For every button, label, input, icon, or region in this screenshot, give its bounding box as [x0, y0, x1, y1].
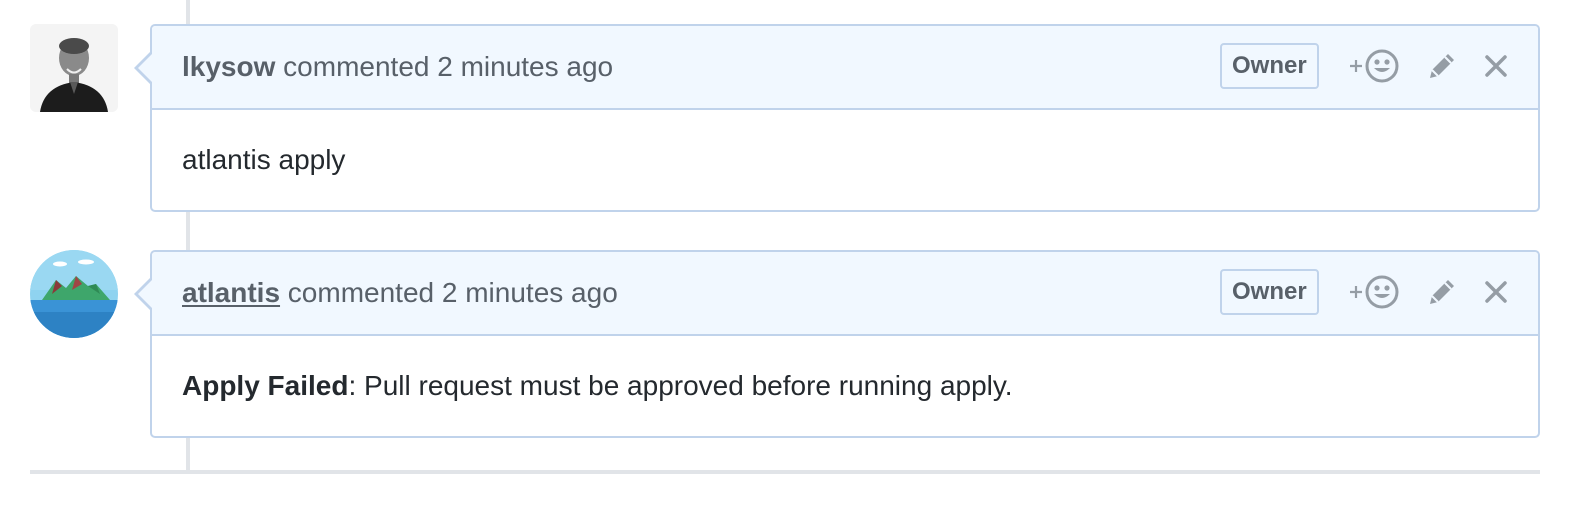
add-reaction-icon [1350, 49, 1399, 83]
comment-box: lkysow commented 2 minutes ago Owner atl… [134, 24, 1540, 212]
delete-button[interactable] [1480, 48, 1512, 84]
delete-button[interactable] [1480, 274, 1512, 310]
avatar[interactable] [30, 250, 118, 338]
comment-box: atlantis commented 2 minutes ago Owner A… [134, 250, 1540, 438]
island-avatar [30, 250, 118, 338]
add-reaction-button[interactable] [1346, 274, 1402, 310]
edit-button[interactable] [1424, 274, 1460, 310]
comment-body: Apply Failed: Pull request must be appro… [152, 336, 1538, 436]
comment-body-text: Apply Failed: Pull request must be appro… [182, 336, 1013, 436]
owner-badge: Owner [1220, 43, 1319, 89]
comment-body-text: atlantis apply [182, 144, 346, 175]
close-icon [1485, 55, 1507, 77]
add-reaction-icon [1350, 275, 1399, 309]
comment-header: atlantis commented 2 minutes ago Owner [152, 252, 1538, 336]
pencil-icon [1430, 280, 1454, 304]
comment-body-rest: : Pull request must be approved before r… [348, 370, 1013, 401]
comment-meta[interactable]: commented 2 minutes ago [275, 51, 613, 82]
comment-meta[interactable]: commented 2 minutes ago [280, 277, 618, 308]
comment-author[interactable]: atlantis [182, 277, 280, 308]
comment-author[interactable]: lkysow [182, 51, 275, 82]
comment-body-bold: Apply Failed [182, 370, 349, 401]
add-reaction-button[interactable] [1346, 48, 1402, 84]
owner-badge: Owner [1220, 269, 1319, 315]
edit-button[interactable] [1424, 48, 1460, 84]
comment-header: lkysow commented 2 minutes ago Owner [152, 26, 1538, 110]
timeline-end-divider [30, 470, 1540, 474]
comment-body: atlantis apply [152, 110, 1538, 210]
close-icon [1485, 281, 1507, 303]
avatar[interactable] [30, 24, 118, 112]
pencil-icon [1430, 54, 1454, 78]
user-photo-avatar [30, 24, 118, 112]
